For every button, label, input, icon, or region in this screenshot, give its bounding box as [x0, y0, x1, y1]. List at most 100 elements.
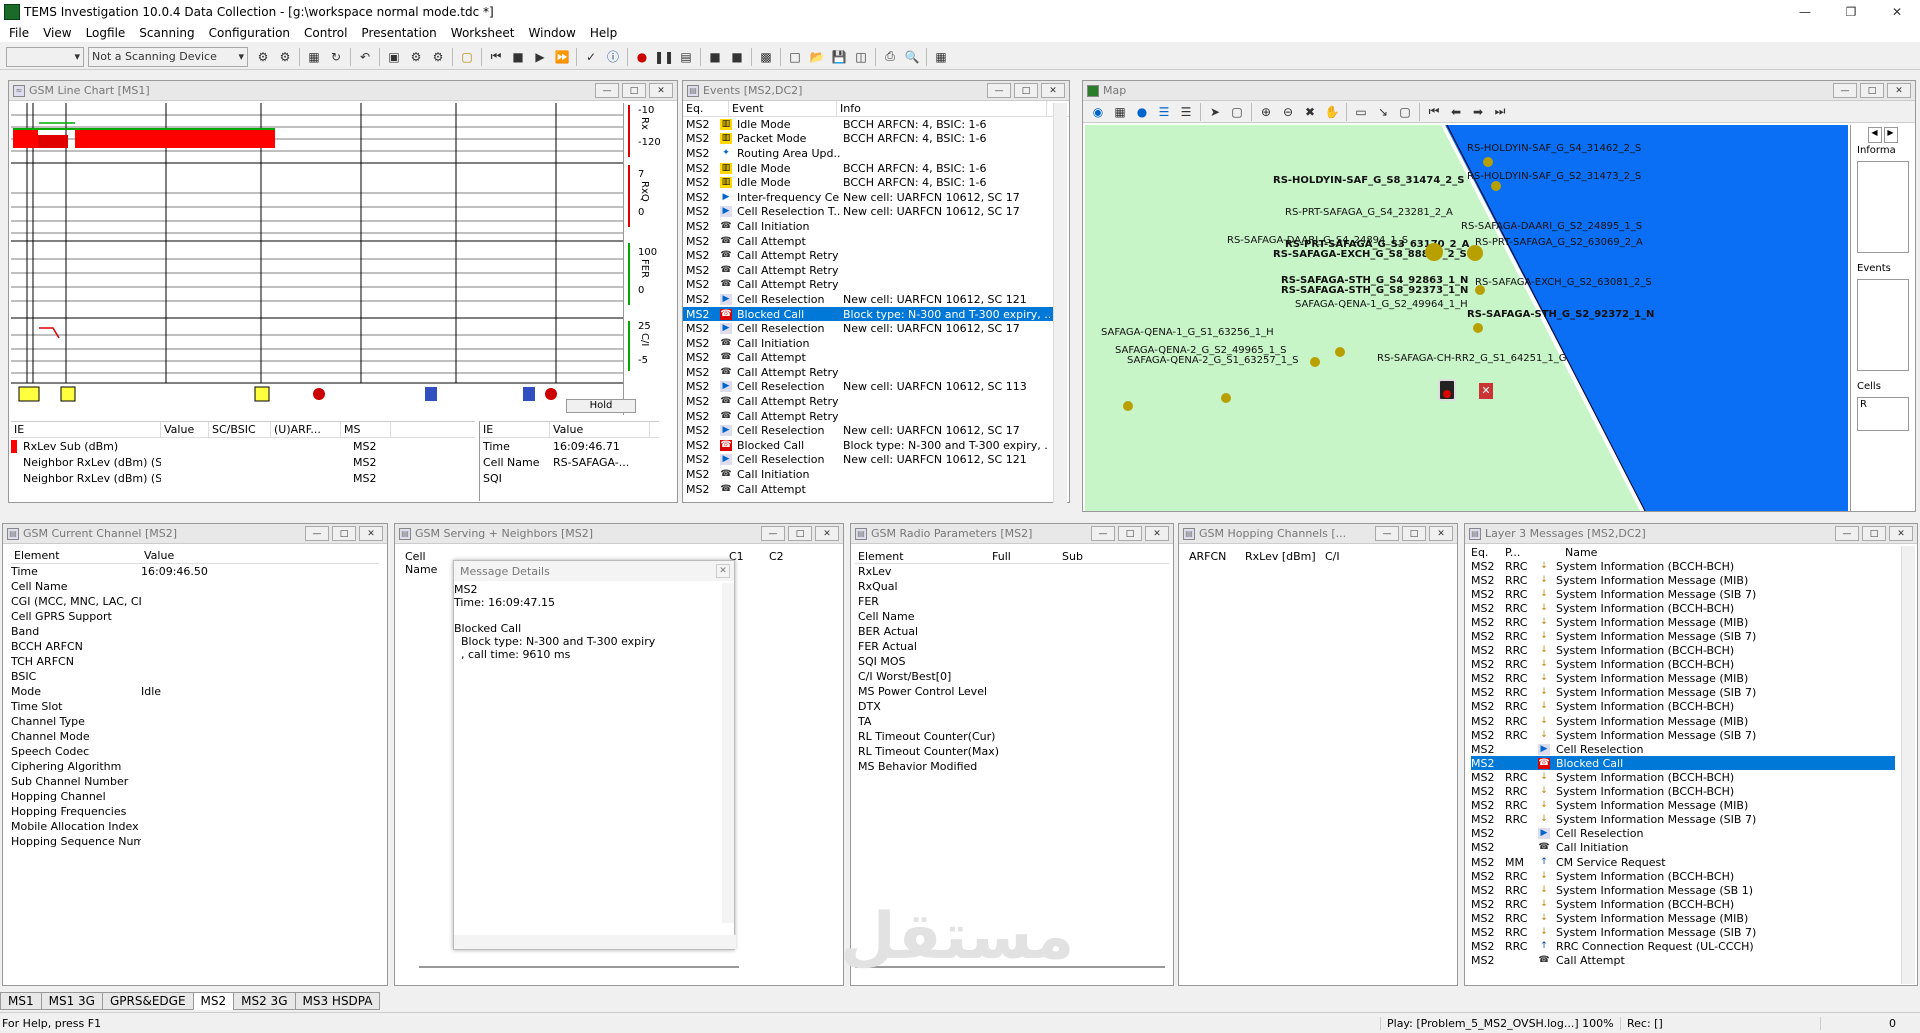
- step-icon[interactable]: ▶: [531, 48, 549, 66]
- minimize-button[interactable]: —: [1835, 526, 1859, 541]
- layer3-row[interactable]: MS2 RRC ↓ System Information (BCCH-BCH): [1471, 644, 1895, 658]
- close-button[interactable]: ✕: [649, 83, 673, 98]
- calculator-icon[interactable]: ▦: [932, 48, 950, 66]
- last-icon[interactable]: ⏭: [1491, 103, 1509, 121]
- close-button[interactable]: ✕: [1041, 83, 1065, 98]
- stop-all2-icon[interactable]: ■: [728, 48, 746, 66]
- minimize-button[interactable]: —: [761, 526, 785, 541]
- print-preview-icon[interactable]: 🔍: [903, 48, 921, 66]
- layer3-row[interactable]: MS2 ☎ Call Attempt: [1471, 954, 1895, 968]
- cell-site-marker[interactable]: [1221, 393, 1231, 403]
- close-button[interactable]: ✕: [1874, 0, 1920, 24]
- event-row[interactable]: MS2 ☎ Call Attempt: [683, 482, 1053, 497]
- details-scrollbar[interactable]: [722, 583, 734, 923]
- cell-site-marker[interactable]: [1491, 181, 1501, 191]
- cell-label[interactable]: RS-SAFAGA-STH_G_S2_92372_1_N: [1467, 309, 1654, 320]
- event-row[interactable]: MS2 ☎ Call Attempt Retry: [683, 248, 1053, 263]
- close-button[interactable]: ✕: [1145, 526, 1169, 541]
- device-combo[interactable]: Not a Scanning Device ▾: [88, 46, 248, 67]
- equipment-icon[interactable]: ▣: [385, 48, 403, 66]
- minimize-button[interactable]: —: [595, 83, 619, 98]
- menu-control[interactable]: Control: [297, 26, 354, 40]
- cell-label[interactable]: RS-SAFAGA-CH-RR2_G_S1_64251_1_G: [1377, 353, 1567, 364]
- zoom-out-icon[interactable]: ⊖: [1279, 103, 1297, 121]
- tab-ms1-3g[interactable]: MS1 3G: [40, 992, 103, 1010]
- event-row[interactable]: MS2 ☎ Blocked Call Block type: N-300 and T-…: [683, 438, 1053, 453]
- back-icon[interactable]: ⬅: [1447, 103, 1465, 121]
- menu-presentation[interactable]: Presentation: [354, 26, 443, 40]
- event-row[interactable]: MS2 ☎ Call Initiation: [683, 219, 1053, 234]
- tab-ms1[interactable]: MS1: [0, 992, 42, 1010]
- maximize-button[interactable]: □: [1860, 83, 1884, 98]
- cell-site-marker[interactable]: [1425, 243, 1443, 261]
- cell-site-marker[interactable]: [1123, 401, 1133, 411]
- screen-icon[interactable]: ▩: [757, 48, 775, 66]
- close-icon[interactable]: ✕: [716, 564, 730, 578]
- ie-left-row[interactable]: RxLev Sub (dBm) MS2: [11, 438, 475, 454]
- cell-label[interactable]: RS-SAFAGA-STH_G_S8_92373_1_N: [1281, 285, 1468, 296]
- rewind-start-icon[interactable]: ⏮: [487, 48, 505, 66]
- fast-forward-icon[interactable]: ⏩: [553, 48, 571, 66]
- event-row[interactable]: MS2 ▶ Cell Reselection New cell: UARFCN 106…: [683, 380, 1053, 395]
- event-row[interactable]: MS2 ▥ Idle Mode BCCH ARFCN: 4, BSIC: 1-6: [683, 175, 1053, 190]
- layer3-row[interactable]: MS2 RRC ↓ System Information (BCCH-BCH): [1471, 869, 1895, 883]
- properties-icon[interactable]: ▦: [305, 48, 323, 66]
- events-scrollbar[interactable]: [1053, 103, 1067, 503]
- layer3-row[interactable]: MS2 RRC ↓ System Information Message (MIB): [1471, 573, 1895, 587]
- menu-logfile[interactable]: Logfile: [79, 26, 133, 40]
- event-row[interactable]: MS2 ☎ Call Initiation: [683, 467, 1053, 482]
- event-row[interactable]: MS2 ☎ Call Attempt Retry: [683, 394, 1053, 409]
- mode-combo[interactable]: ▾: [6, 46, 84, 67]
- restore-button[interactable]: ❐: [1828, 0, 1874, 24]
- list-icon[interactable]: ☰: [1177, 103, 1195, 121]
- pause-icon[interactable]: ❚❚: [654, 48, 674, 66]
- event-row[interactable]: MS2 ▶ Cell Reselection New cell: UARFCN 106…: [683, 321, 1053, 336]
- event-row[interactable]: MS2 ▶ Cell Reselection New cell: UARFCN 106…: [683, 292, 1053, 307]
- layer3-row[interactable]: MS2 RRC ↓ System Information Message (SIB 7…: [1471, 587, 1895, 601]
- minimize-button[interactable]: —: [987, 83, 1011, 98]
- cell-site-marker[interactable]: [1483, 157, 1493, 167]
- close-button[interactable]: ✕: [1887, 83, 1911, 98]
- line-tool-icon[interactable]: ↘: [1374, 103, 1392, 121]
- minimize-button[interactable]: —: [1091, 526, 1115, 541]
- event-row[interactable]: MS2 ▶ Cell Reselection New cell: UARFCN 106…: [683, 453, 1053, 468]
- menu-window[interactable]: Window: [522, 26, 583, 40]
- cell-site-marker[interactable]: [1467, 245, 1483, 261]
- stop-icon[interactable]: ■: [509, 48, 527, 66]
- cell-site-marker[interactable]: [1473, 323, 1483, 333]
- cell-label[interactable]: RS-HOLDYIN-SAF_G_S8_31474_2_S: [1273, 175, 1464, 186]
- event-row[interactable]: MS2 ☎ Call Attempt Retry: [683, 365, 1053, 380]
- globe-icon[interactable]: ●: [1133, 103, 1151, 121]
- close-button[interactable]: ✕: [815, 526, 839, 541]
- event-row[interactable]: MS2 ▶ Cell Reselection T... New cell: UARFC…: [683, 205, 1053, 220]
- layer3-row[interactable]: MS2 ▶ Cell Reselection: [1471, 827, 1895, 841]
- layer3-row[interactable]: MS2 RRC ↓ System Information Message (MIB): [1471, 799, 1895, 813]
- cell-label[interactable]: SAFAGA-QENA-1_G_S1_63256_1_H: [1101, 327, 1274, 338]
- cell-label[interactable]: RS-PRT-SAFAGA_G_S2_63069_2_A: [1475, 237, 1643, 248]
- cell-label[interactable]: RS-SAFAGA-DAARI_G_S2_24895_1_S: [1461, 221, 1642, 232]
- export-icon[interactable]: ◫: [852, 48, 870, 66]
- layer3-row[interactable]: MS2 RRC ↓ System Information Message (MIB): [1471, 672, 1895, 686]
- menu-file[interactable]: File: [2, 26, 36, 40]
- pan-icon[interactable]: ✋: [1323, 103, 1341, 121]
- layers-icon[interactable]: ◉: [1089, 103, 1107, 121]
- layer3-row[interactable]: MS2 RRC ↓ System Information (BCCH-BCH): [1471, 559, 1895, 573]
- open-icon[interactable]: 📂: [808, 48, 826, 66]
- tab-ms3-hsdpa[interactable]: MS3 HSDPA: [294, 992, 381, 1010]
- layer3-row[interactable]: MS2 RRC ↓ System Information Message (SIB 7…: [1471, 813, 1895, 827]
- maximize-button[interactable]: □: [622, 83, 646, 98]
- cell-label[interactable]: RS-HOLDYIN-SAF_G_S4_31462_2_S: [1467, 143, 1641, 154]
- scan-icon[interactable]: ⚙: [407, 48, 425, 66]
- cell-site-marker[interactable]: [1310, 357, 1320, 367]
- refresh-icon[interactable]: ↻: [327, 48, 345, 66]
- ruler-icon[interactable]: ▭: [1352, 103, 1370, 121]
- ie-left-row[interactable]: Neighbor RxLev (dBm) (Sorte... MS2: [11, 454, 475, 470]
- menu-help[interactable]: Help: [583, 26, 624, 40]
- event-row[interactable]: MS2 ▶ Inter-frequency Cel...New cell: UARF…: [683, 190, 1053, 205]
- event-row[interactable]: MS2 ✦ Routing Area Upd...: [683, 146, 1053, 161]
- layer3-row[interactable]: MS2 RRC ↓ System Information Message (MIB): [1471, 911, 1895, 925]
- save-icon[interactable]: 💾: [830, 48, 848, 66]
- layer3-row[interactable]: MS2 ☎ Blocked Call: [1471, 756, 1895, 771]
- layer3-row[interactable]: MS2 RRC ↓ System Information Message (MIB): [1471, 714, 1895, 728]
- event-row[interactable]: MS2 ▥ Idle Mode BCCH ARFCN: 4, BSIC: 1-6: [683, 117, 1053, 132]
